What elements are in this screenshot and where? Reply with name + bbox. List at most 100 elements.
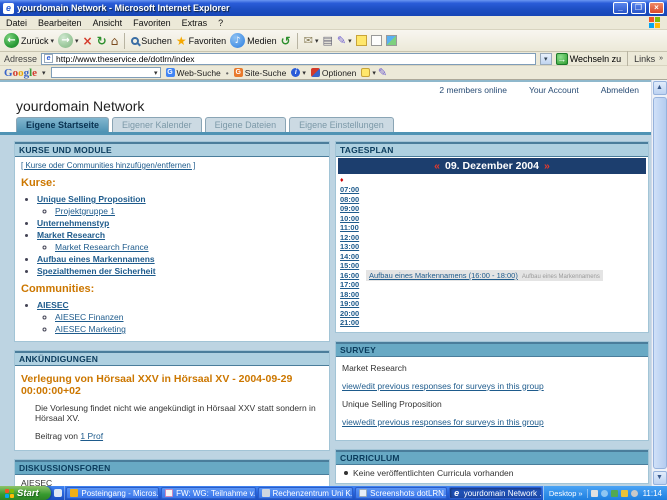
- restore-button[interactable]: ❐: [631, 2, 646, 14]
- address-url[interactable]: http://www.theservice.de/dotlrn/index: [56, 54, 194, 64]
- menu-help[interactable]: ?: [218, 18, 223, 28]
- history-button[interactable]: ↺: [281, 34, 291, 48]
- start-button[interactable]: Start: [0, 486, 51, 500]
- time-slot-link[interactable]: 08:00: [340, 195, 364, 205]
- scrollbar-thumb[interactable]: [653, 97, 667, 469]
- time-slot-link[interactable]: 15:00: [340, 261, 364, 271]
- refresh-button[interactable]: ↻: [97, 34, 107, 48]
- edit-button[interactable]: ✎ ▾: [337, 34, 352, 47]
- home-button[interactable]: ⌂: [111, 34, 119, 48]
- time-slot-link[interactable]: 17:00: [340, 280, 364, 290]
- time-slot-link[interactable]: 12:00: [340, 233, 364, 243]
- time-slot-link[interactable]: 14:00: [340, 252, 364, 262]
- vertical-scrollbar[interactable]: ▲ ▼: [651, 80, 667, 486]
- links-toolbar-label[interactable]: Links: [634, 54, 655, 64]
- desktop-toolbar[interactable]: Desktop »: [549, 489, 588, 498]
- edit-dropdown-icon[interactable]: ▾: [348, 37, 352, 45]
- time-slot-link[interactable]: 11:00: [340, 223, 364, 233]
- tab-eigene-dateien[interactable]: Eigene Dateien: [205, 117, 287, 132]
- task-button-posteingang[interactable]: Posteingang - Micros...: [66, 487, 159, 499]
- google-options-button[interactable]: Optionen: [311, 68, 357, 78]
- time-slot-link[interactable]: 18:00: [340, 290, 364, 300]
- course-link-usp[interactable]: Unique Selling Proposition: [37, 194, 146, 204]
- search-button[interactable]: Suchen: [131, 36, 172, 46]
- course-link-market-research[interactable]: Market Research: [37, 230, 105, 240]
- google-logo-dropdown-icon[interactable]: ▾: [42, 69, 46, 77]
- quick-launch[interactable]: [51, 486, 66, 500]
- scroll-down-icon[interactable]: ▼: [653, 471, 667, 485]
- back-dropdown-icon[interactable]: ▾: [51, 37, 55, 45]
- back-button[interactable]: ← Zurück ▾: [4, 33, 54, 48]
- your-account-link[interactable]: Your Account: [529, 85, 579, 95]
- author-link[interactable]: 1 Prof: [80, 431, 103, 441]
- google-web-search-button[interactable]: G Web-Suche: [166, 68, 221, 78]
- manage-courses-link[interactable]: [ Kurse oder Communities hinzufügen/entf…: [21, 161, 195, 170]
- go-button[interactable]: → Wechseln zu: [556, 53, 621, 65]
- next-day-icon[interactable]: »: [544, 160, 550, 172]
- scroll-up-icon[interactable]: ▲: [653, 81, 667, 95]
- prev-day-icon[interactable]: «: [434, 160, 440, 172]
- time-slot-link[interactable]: 09:00: [340, 204, 364, 214]
- task-button-yourdomain-active[interactable]: e yourdomain Network ...: [449, 487, 542, 499]
- stop-button[interactable]: ×: [83, 34, 93, 48]
- menu-bearbeiten[interactable]: Bearbeiten: [38, 18, 82, 28]
- menu-favoriten[interactable]: Favoriten: [133, 18, 171, 28]
- google-input-dropdown-icon[interactable]: ▾: [154, 69, 158, 77]
- tray-icon-2[interactable]: [601, 490, 608, 497]
- google-search-input[interactable]: ▾: [51, 67, 161, 78]
- forward-dropdown-icon[interactable]: ▾: [75, 37, 79, 45]
- survey-responses-link[interactable]: view/edit previous responses for surveys…: [342, 417, 642, 427]
- google-info-button[interactable]: i ▾: [291, 68, 306, 77]
- community-sub-link[interactable]: AIESEC Marketing: [55, 324, 126, 334]
- tray-icon-4[interactable]: [621, 490, 628, 497]
- tray-icon-5[interactable]: [631, 490, 638, 497]
- google-site-search-button[interactable]: G Site-Suche: [234, 68, 287, 78]
- highlight-dropdown-icon[interactable]: ▾: [372, 69, 376, 77]
- mail-dropdown-icon[interactable]: ▾: [315, 37, 319, 45]
- time-slot-link[interactable]: 19:00: [340, 299, 364, 309]
- messenger-button[interactable]: [386, 35, 397, 46]
- favorites-button[interactable]: ★ Favoriten: [176, 34, 226, 48]
- tray-icon-3[interactable]: [611, 490, 618, 497]
- task-button-rechenzentrum[interactable]: Rechenzentrum Uni K...: [258, 487, 354, 499]
- close-button[interactable]: ×: [649, 2, 664, 14]
- forward-button[interactable]: → ▾: [58, 33, 79, 48]
- menu-datei[interactable]: Datei: [6, 18, 27, 28]
- course-link-markennamen[interactable]: Aufbau eines Markennamens: [37, 254, 155, 264]
- page-tool-button[interactable]: [371, 35, 382, 46]
- time-slot-link[interactable]: 20:00: [340, 309, 364, 319]
- tray-icon-1[interactable]: [591, 490, 598, 497]
- task-button-mail[interactable]: FW: WG: Teilnahme v...: [161, 487, 255, 499]
- time-slot-link[interactable]: 10:00: [340, 214, 364, 224]
- mail-button[interactable]: ✉ ▾: [304, 34, 319, 47]
- desktop-chevron-icon[interactable]: »: [578, 489, 582, 498]
- community-link-aiesec[interactable]: AIESEC: [37, 300, 69, 310]
- messenger-alert-button[interactable]: [356, 35, 367, 46]
- time-slot-link[interactable]: 16:00: [340, 271, 364, 281]
- address-dropdown-button[interactable]: ▾: [540, 53, 552, 65]
- survey-responses-link[interactable]: view/edit previous responses for surveys…: [342, 381, 642, 391]
- links-chevron-icon[interactable]: »: [659, 55, 663, 62]
- menu-extras[interactable]: Extras: [182, 18, 208, 28]
- course-sub-link[interactable]: Projektgruppe 1: [55, 206, 115, 216]
- time-slot-link[interactable]: 13:00: [340, 242, 364, 252]
- print-button[interactable]: ▤: [322, 34, 332, 47]
- course-link-unternehmenstyp[interactable]: Unternehmenstyp: [37, 218, 109, 228]
- info-dropdown-icon[interactable]: ▾: [302, 69, 306, 77]
- google-highlight-button[interactable]: ▾ ✎: [361, 66, 387, 79]
- tab-eigene-startseite[interactable]: Eigene Startseite: [16, 117, 109, 132]
- address-input[interactable]: e http://www.theservice.de/dotlrn/index: [41, 53, 536, 65]
- course-sub-link[interactable]: Market Research France: [55, 242, 149, 252]
- tab-eigener-kalender[interactable]: Eigener Kalender: [112, 117, 202, 132]
- media-button[interactable]: ♪ Medien: [230, 33, 277, 48]
- menu-ansicht[interactable]: Ansicht: [93, 18, 123, 28]
- logout-link[interactable]: Abmelden: [601, 85, 639, 95]
- time-slot-link[interactable]: 07:00: [340, 185, 364, 195]
- tab-eigene-einstellungen[interactable]: Eigene Einstellungen: [289, 117, 394, 132]
- course-link-sicherheit[interactable]: Spezialthemen der Sicherheit: [37, 266, 156, 276]
- minimize-button[interactable]: _: [613, 2, 628, 14]
- appointment-link[interactable]: Aufbau eines Markennamens (16:00 - 18:00…: [369, 271, 518, 280]
- task-button-screenshots[interactable]: Screenshots dotLRN...: [355, 487, 447, 499]
- time-slot-link[interactable]: 21:00: [340, 318, 364, 328]
- quick-launch-icon[interactable]: [54, 489, 62, 497]
